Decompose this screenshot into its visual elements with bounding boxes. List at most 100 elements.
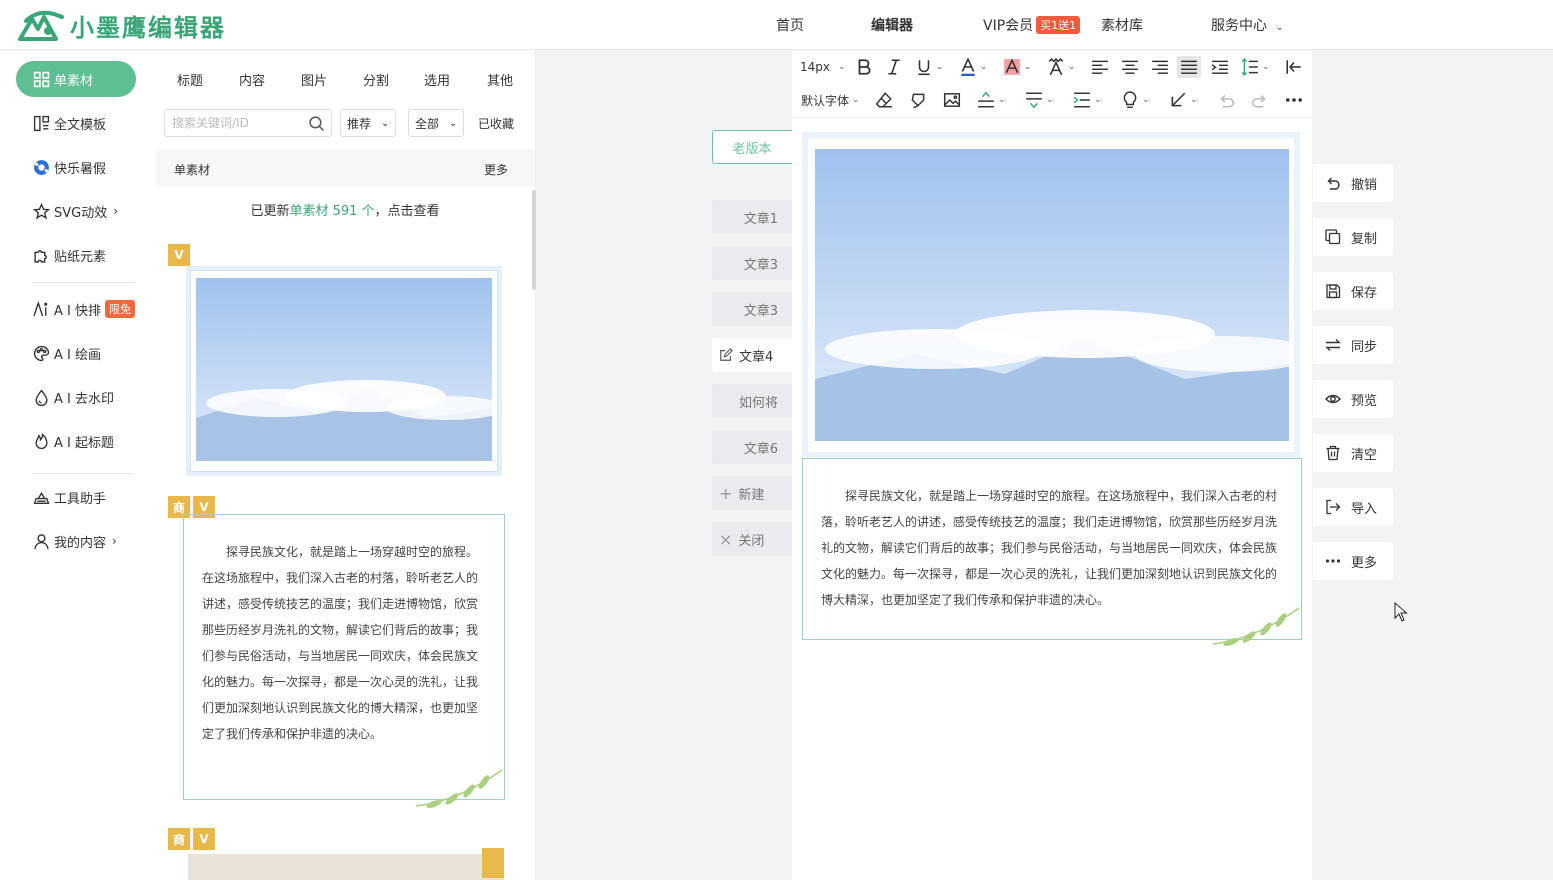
underline-button[interactable]: ⌄: [915, 56, 944, 78]
chevron-down-icon: ⌄: [1094, 95, 1102, 105]
update-notice[interactable]: 已更新单素材 591 个，点击查看: [164, 190, 526, 234]
copy-action-button[interactable]: 复制: [1313, 218, 1393, 256]
text-material: 探寻民族文化，就是踏上一场穿越时空的旅程。在这场旅程中，我们深入古老的村落，聆听…: [183, 514, 505, 800]
font-color-button[interactable]: ⌄: [959, 56, 988, 78]
shang-badge: 商: [168, 828, 190, 850]
new-article-button[interactable]: + 新建: [712, 476, 792, 510]
more-icon: [1286, 98, 1302, 102]
tab-image[interactable]: 图片: [301, 70, 327, 89]
text-effect-button[interactable]: ⌄: [1047, 56, 1076, 78]
nav-vip[interactable]: VIP会员 买1送1: [983, 15, 1081, 35]
more-icon: [1325, 559, 1341, 563]
bold-button[interactable]: [855, 56, 873, 78]
sidebar-divider: [32, 473, 134, 474]
sort-value: 推荐: [347, 116, 372, 131]
tab-article-4[interactable]: 文章4: [712, 338, 792, 372]
image-icon: [943, 93, 961, 107]
more-action-button[interactable]: 更多: [1313, 542, 1393, 580]
align-justify-button[interactable]: [1177, 56, 1201, 78]
logo[interactable]: 小墨鹰编辑器: [18, 8, 226, 42]
tab-article-1[interactable]: 文章1: [712, 200, 792, 234]
more-tools-button[interactable]: [1285, 89, 1303, 111]
sidebar-item-full-template[interactable]: 全文模板: [16, 105, 136, 141]
sidebar-item-tools[interactable]: 工具助手: [16, 479, 136, 515]
letter-spacing-icon: [1073, 92, 1090, 108]
nav-home[interactable]: 首页: [776, 15, 804, 35]
insert-image-button[interactable]: [943, 89, 961, 111]
favorites-link[interactable]: 已收藏: [478, 115, 514, 132]
chevron-down-icon: ⌄: [1275, 22, 1284, 33]
clear-format-button[interactable]: [875, 89, 893, 111]
sidebar-item-summer[interactable]: 快乐暑假: [16, 149, 136, 185]
close-article-button[interactable]: × 关闭: [712, 522, 792, 556]
arrow-button[interactable]: ⌄: [1169, 89, 1198, 111]
sync-action-button[interactable]: 同步: [1313, 326, 1393, 364]
editor-sky-image[interactable]: [815, 149, 1289, 441]
tab-article-2[interactable]: 文章3: [712, 246, 792, 280]
sidebar-item-ai-watermark[interactable]: A I 去水印: [16, 379, 136, 415]
search-input[interactable]: [172, 116, 304, 130]
action-label: 同步: [1351, 339, 1378, 355]
font-size-select[interactable]: 14px ⌄: [800, 56, 846, 78]
tab-article-3[interactable]: 文章3: [712, 292, 792, 326]
export-button[interactable]: [1285, 56, 1303, 78]
section-header: 单素材 更多: [156, 150, 535, 186]
exit-icon: [1286, 60, 1301, 74]
highlight-color-button[interactable]: ⌄: [1003, 56, 1032, 78]
tab-article-6[interactable]: 文章6: [712, 430, 792, 464]
tab-divider[interactable]: 分割: [363, 70, 389, 89]
redo-button[interactable]: [1251, 89, 1269, 111]
align-right-button[interactable]: [1151, 56, 1169, 78]
italic-button[interactable]: [885, 56, 903, 78]
undo-action-button[interactable]: 撤销: [1313, 164, 1393, 202]
format-painter-button[interactable]: [909, 89, 927, 111]
paragraph-spacing-button[interactable]: ⌄: [977, 89, 1006, 111]
section-more-link[interactable]: 更多: [484, 161, 508, 178]
sidebar-item-label: A I 绘画: [54, 347, 101, 363]
letter-spacing-button[interactable]: ⌄: [1073, 89, 1102, 111]
sidebar-item-label: A I 快排: [54, 303, 101, 319]
chevron-down-icon: ⌄: [1190, 95, 1198, 105]
range-dropdown[interactable]: 全部 ⌄: [408, 109, 465, 137]
tab-other[interactable]: 其他: [487, 70, 513, 89]
clear-action-button[interactable]: 清空: [1313, 434, 1393, 472]
sidebar-item-ai-layout[interactable]: A I 快排 限免: [16, 291, 136, 327]
align-center-button[interactable]: [1121, 56, 1139, 78]
sidebar-item-ai-title[interactable]: A I 起标题: [16, 423, 136, 459]
tab-select[interactable]: 选用: [424, 70, 450, 89]
preview-action-button[interactable]: 预览: [1313, 380, 1393, 418]
eraser-icon: [875, 92, 892, 108]
font-family-select[interactable]: 默认字体 ⌄: [801, 89, 860, 111]
tab-title[interactable]: 标题: [177, 70, 203, 89]
old-version-button[interactable]: 老版本: [712, 130, 792, 164]
arrow-down-left-icon: [1171, 92, 1186, 107]
indent-icon: [1211, 60, 1228, 74]
panel-scrollbar[interactable]: [532, 190, 536, 290]
sort-dropdown[interactable]: 推荐 ⌄: [340, 109, 397, 137]
sidebar-item-ai-paint[interactable]: A I 绘画: [16, 335, 136, 371]
material-card[interactable]: 商 V 探寻民族文化，就是踏上一场穿越时空的旅程。在这场旅程中，我们深入古老的村…: [164, 496, 526, 826]
search-icon[interactable]: [308, 115, 325, 132]
line-height-button[interactable]: ⌄: [1241, 56, 1270, 78]
align-justify-icon: [1181, 60, 1197, 74]
material-card[interactable]: V: [164, 244, 526, 486]
sidebar-item-sticker[interactable]: 贴纸元素: [16, 237, 136, 273]
sidebar-item-single-material[interactable]: 单素材: [16, 61, 136, 97]
indent-button[interactable]: [1211, 56, 1229, 78]
sidebar-item-svg[interactable]: SVG动效 ›: [16, 193, 136, 229]
align-right-icon: [1152, 60, 1168, 74]
sidebar-item-my-content[interactable]: 我的内容 ›: [16, 523, 136, 559]
update-suffix: ，点击查看: [374, 204, 440, 219]
import-action-button[interactable]: 导入: [1313, 488, 1393, 526]
bulb-button[interactable]: ⌄: [1121, 89, 1150, 111]
nav-editor[interactable]: 编辑器: [871, 15, 913, 35]
nav-library[interactable]: 素材库: [1101, 15, 1143, 35]
align-left-button[interactable]: [1091, 56, 1109, 78]
tab-article-5[interactable]: 如何将: [712, 384, 792, 418]
spacing-after-button[interactable]: ⌄: [1025, 89, 1054, 111]
tab-content[interactable]: 内容: [239, 70, 265, 89]
save-action-button[interactable]: 保存: [1313, 272, 1393, 310]
nav-service[interactable]: 服务中心 ⌄: [1211, 15, 1284, 35]
undo-button[interactable]: [1217, 89, 1235, 111]
material-card[interactable]: 商 V: [164, 828, 526, 880]
